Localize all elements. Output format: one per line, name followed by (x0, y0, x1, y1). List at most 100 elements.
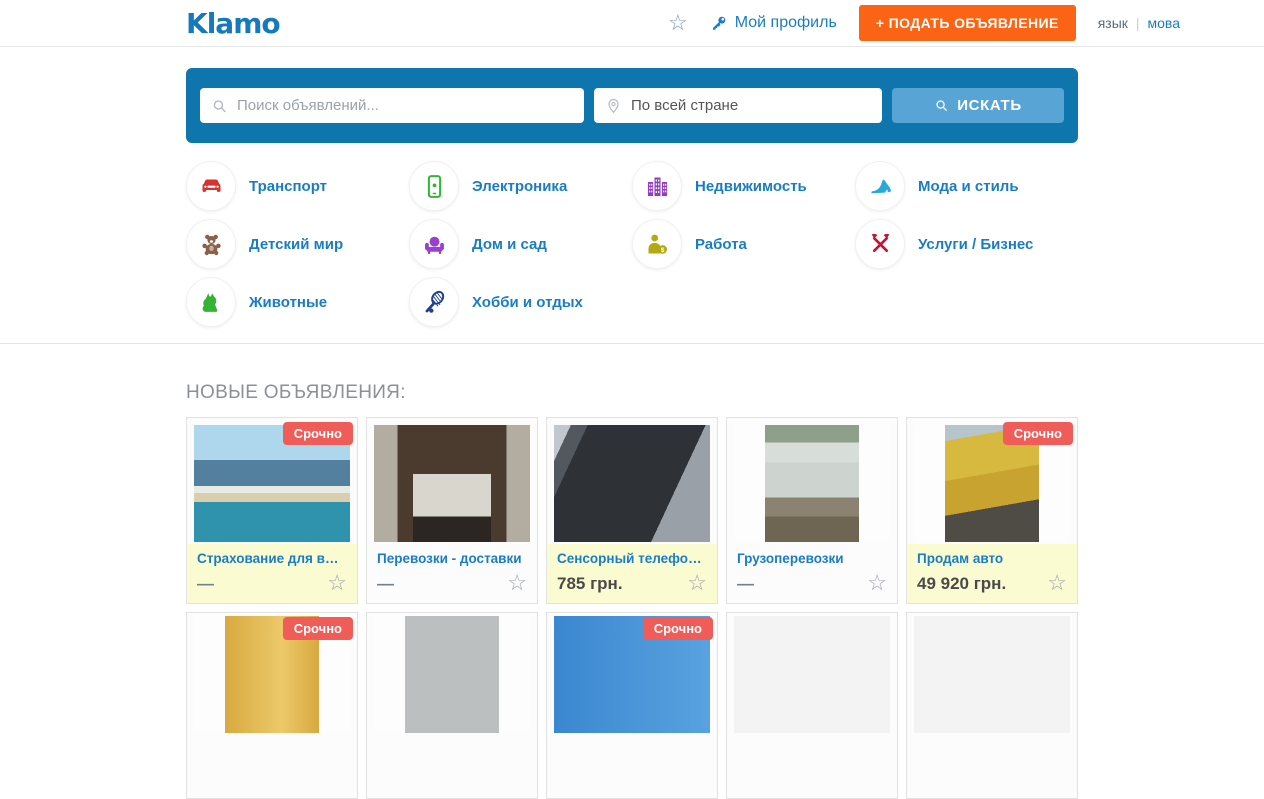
category-item[interactable]: Услуги / Бизнес (855, 219, 1078, 269)
category-label: Электроника (472, 178, 567, 195)
category-label: Детский мир (249, 236, 343, 253)
listing-title[interactable]: Продам авто (917, 551, 1067, 566)
lang-ukrainian[interactable]: мова (1148, 15, 1180, 31)
new-listings-section: НОВЫЕ ОБЪЯВЛЕНИЯ: Срочно Страхование для… (186, 382, 1078, 799)
listing-photo-image (914, 616, 1070, 733)
category-icon-circle (186, 219, 236, 269)
search-field (200, 88, 584, 123)
search-button-label: ИСКАТЬ (957, 97, 1021, 114)
listing-price: — (197, 574, 214, 594)
category-label: Транспорт (249, 178, 327, 195)
listing-info: Сенсорный телефон No... 785 грн. ☆ (547, 544, 717, 603)
category-icon-circle (409, 219, 459, 269)
listing-photo (374, 425, 530, 542)
listing-photo (554, 425, 710, 542)
listing-card[interactable]: Сенсорный телефон No... 785 грн. ☆ (546, 417, 718, 604)
favorite-star-icon[interactable]: ☆ (507, 572, 527, 594)
buildings-icon (644, 173, 671, 200)
urgent-badge: Срочно (1003, 422, 1073, 445)
favorite-star-icon[interactable]: ☆ (867, 572, 887, 594)
category-grid: Транспорт Электроника Недвижимость Мода … (186, 143, 1078, 327)
listing-price: 785 грн. (557, 574, 623, 594)
category-label: Услуги / Бизнес (918, 236, 1033, 253)
category-item[interactable]: Мода и стиль (855, 161, 1078, 211)
listing-card[interactable]: Срочно Продам авто 49 920 грн. ☆ (906, 417, 1078, 604)
lang-separator: | (1136, 15, 1140, 31)
urgent-badge: Срочно (283, 422, 353, 445)
listing-price: — (737, 574, 754, 594)
search-button[interactable]: ИСКАТЬ (892, 88, 1064, 123)
post-ad-button[interactable]: + ПОДАТЬ ОБЪЯВЛЕНИЕ (859, 5, 1076, 41)
urgent-badge: Срочно (643, 617, 713, 640)
category-icon-circle (186, 161, 236, 211)
location-field (594, 88, 882, 123)
listings-row-1: Срочно Страхование для выезж... — ☆ Пере… (186, 417, 1078, 604)
category-item[interactable]: Детский мир (186, 219, 409, 269)
profile-link[interactable]: Мой профиль (710, 14, 837, 32)
category-label: Мода и стиль (918, 178, 1019, 195)
listing-card[interactable] (906, 612, 1078, 799)
category-item[interactable]: Транспорт (186, 161, 409, 211)
listing-info: Страхование для выезж... — ☆ (187, 544, 357, 603)
search-button-icon (934, 98, 949, 113)
tennis-racket-icon (421, 289, 448, 316)
category-icon-circle (855, 219, 905, 269)
listing-card[interactable]: Грузоперевозки — ☆ (726, 417, 898, 604)
search-input[interactable] (200, 88, 584, 123)
category-label: Работа (695, 236, 747, 253)
listing-photo-image (734, 616, 890, 733)
listing-card[interactable]: Срочно (186, 612, 358, 799)
listing-photo (734, 425, 890, 542)
category-item[interactable]: $ Работа (632, 219, 855, 269)
category-icon-circle (632, 161, 682, 211)
listing-info: Продам авто 49 920 грн. ☆ (907, 544, 1077, 603)
listing-title[interactable]: Перевозки - доставки (377, 551, 527, 566)
favorite-star-icon[interactable]: ☆ (1047, 572, 1067, 594)
category-label: Дом и сад (472, 236, 547, 253)
svg-text:$: $ (660, 246, 664, 253)
category-icon-circle (186, 277, 236, 327)
category-label: Животные (249, 294, 327, 311)
location-input[interactable] (594, 88, 882, 123)
category-item[interactable]: Электроника (409, 161, 632, 211)
listing-card[interactable]: Срочно (546, 612, 718, 799)
listing-title[interactable]: Сенсорный телефон No... (557, 551, 707, 566)
section-title: НОВЫЕ ОБЪЯВЛЕНИЯ: (186, 382, 1078, 404)
category-label: Недвижимость (695, 178, 807, 195)
listing-photo (374, 616, 530, 733)
car-icon (198, 173, 225, 200)
listing-price: 49 920 грн. (917, 574, 1006, 594)
favorite-star-icon[interactable]: ☆ (687, 572, 707, 594)
listing-card[interactable] (726, 612, 898, 799)
listing-card[interactable]: Срочно Страхование для выезж... — ☆ (186, 417, 358, 604)
cat-icon (198, 289, 225, 316)
worker-icon: $ (644, 231, 671, 258)
lang-russian[interactable]: язык (1098, 15, 1128, 31)
category-item[interactable]: Недвижимость (632, 161, 855, 211)
category-icon-circle (855, 161, 905, 211)
listing-photo-image (765, 425, 859, 542)
category-item[interactable]: Животные (186, 277, 409, 327)
language-switcher: язык | мова (1098, 15, 1180, 31)
category-icon-circle (409, 161, 459, 211)
urgent-badge: Срочно (283, 617, 353, 640)
search-icon (211, 97, 228, 114)
tools-icon (867, 231, 894, 258)
listing-title[interactable]: Страхование для выезж... (197, 551, 347, 566)
listing-photo-image (405, 616, 499, 733)
listing-card[interactable]: Перевозки - доставки — ☆ (366, 417, 538, 604)
listing-info: Грузоперевозки — ☆ (727, 544, 897, 603)
logo[interactable]: Klamo (186, 7, 280, 40)
listing-title[interactable]: Грузоперевозки (737, 551, 887, 566)
favorite-star-icon[interactable]: ☆ (327, 572, 347, 594)
search-section: ИСКАТЬ (0, 47, 1264, 143)
listing-photo-image (374, 425, 530, 542)
category-item[interactable]: Хобби и отдых (409, 277, 632, 327)
profile-label: Мой профиль (735, 14, 837, 32)
category-item[interactable]: Дом и сад (409, 219, 632, 269)
favorites-star-icon[interactable]: ☆ (668, 12, 688, 34)
header-actions: ☆ Мой профиль + ПОДАТЬ ОБЪЯВЛЕНИЕ язык |… (668, 5, 1180, 41)
listing-card[interactable] (366, 612, 538, 799)
heel-shoe-icon (867, 173, 894, 200)
listings-row-2: Срочно Срочно (186, 612, 1078, 799)
